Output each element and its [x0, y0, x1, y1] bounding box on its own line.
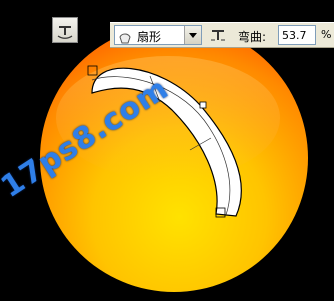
warp-text-icon[interactable]	[52, 17, 78, 43]
warp-style-dropdown[interactable]: 扇形	[114, 25, 202, 45]
bend-label: 弯曲:	[238, 30, 267, 44]
chevron-down-icon[interactable]	[184, 26, 201, 44]
bend-input[interactable]	[278, 25, 316, 45]
options-bar: 扇形 弯曲: %	[110, 22, 334, 48]
arc-shape-icon	[118, 29, 132, 48]
warp-style-value: 扇形	[137, 30, 162, 44]
bend-unit: %	[321, 28, 332, 41]
warp-orientation-icon[interactable]	[209, 27, 227, 43]
bend-control-point[interactable]	[199, 101, 207, 109]
